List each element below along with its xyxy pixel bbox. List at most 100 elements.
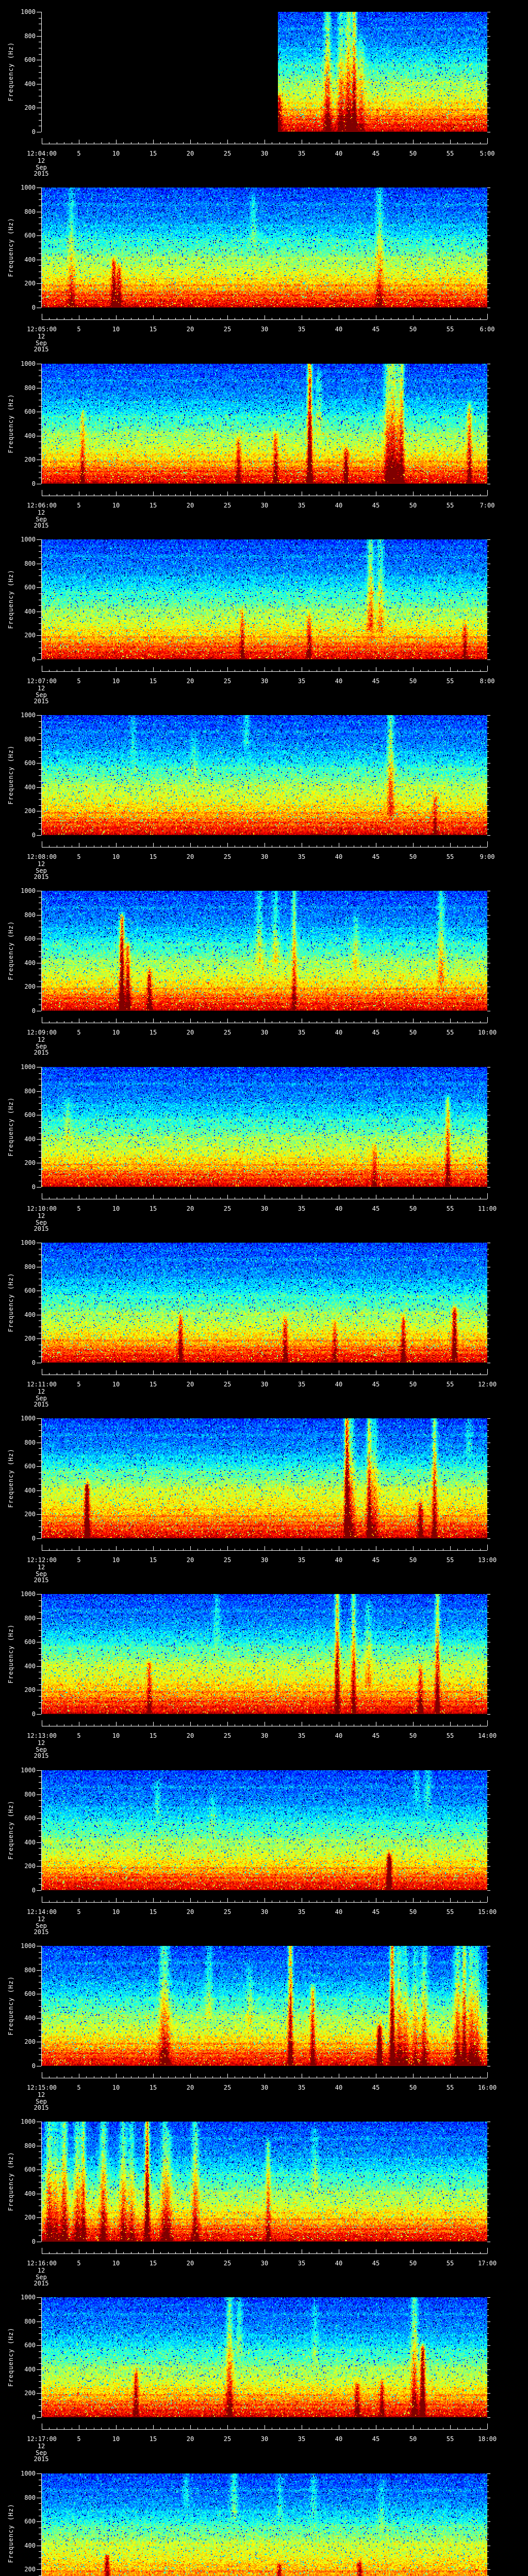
axis-tick [487,1454,489,1455]
axis-tick [435,1549,436,1550]
axis-tick [398,1901,399,1902]
axis-tick [183,1724,184,1726]
axis-tick [487,1648,489,1649]
x-tick-label: 30 [260,1908,269,1916]
axis-tick [487,1466,490,1467]
axis-tick [153,843,154,847]
axis-tick [487,1538,490,1539]
y-tick-label: 800 [24,32,36,40]
axis-tick [39,1806,41,1807]
axis-tick [160,1373,161,1375]
axis-tick [190,315,191,319]
axis-tick [220,845,221,847]
spectrogram-panel: Frequency (Hz) 1000 800 600 400 200 0 12:10:0… [0,1055,528,1232]
axis-tick [49,1021,50,1023]
y-tick-label: 1000 [21,1767,36,1774]
axis-tick [435,2076,436,2078]
axis-tick [487,1776,489,1777]
axis-tick [168,1197,169,1199]
axis-tick [39,2557,41,2558]
axis-tick [138,494,139,496]
axis-tick [116,2074,117,2078]
axis-tick [279,318,280,319]
x-tick-label: 30 [260,502,269,509]
axis-tick [101,142,102,144]
axis-tick [39,2351,41,2352]
x-tick-label: 30 [260,1205,269,1212]
y-tick-label: 400 [24,2542,36,2549]
spectrogram-canvas [42,188,487,308]
date-day-label: 12 [37,1564,45,1571]
x-axis-start-label: 12:17:00 [27,2435,57,2443]
x-tick-label: 5 [77,2260,81,2267]
x-tick-label: 10 [112,1556,120,1564]
axis-tick [39,2054,41,2055]
axis-tick [487,1872,489,1873]
y-tick-label: 1000 [21,8,36,15]
axis-tick [205,1549,206,1550]
axis-tick [487,2521,490,2522]
y-tick-label: 400 [24,1663,36,1670]
axis-tick [487,835,490,836]
axis-tick [123,2076,124,2078]
y-tick-label: 200 [24,1159,36,1166]
axis-tick [487,1139,490,1140]
axis-tick [220,1021,221,1023]
axis-tick [457,1197,458,1199]
axis-tick [153,140,154,144]
spectrogram-panel: Frequency (Hz) 1000 800 600 400 200 0 12:12:0… [0,1406,528,1583]
axis-tick [212,1724,213,1726]
x-tick-label: 50 [409,502,417,509]
axis-tick [413,1546,414,1550]
axis-tick [39,2000,41,2001]
axis-tick [39,199,41,200]
axis-tick [175,142,176,144]
x-tick-label: 25 [223,1908,232,1916]
axis-tick [39,1073,41,1074]
axis-tick [39,265,41,266]
axis-tick [465,1021,466,1023]
x-axis-start-label: 12:06:00 [27,502,57,509]
axis-tick [39,605,41,606]
axis-tick [487,1818,490,1819]
axis-tick [138,142,139,144]
x-tick-label: 20 [186,2260,194,2267]
x-tick-label: 40 [335,326,343,333]
axis-tick [487,1127,489,1128]
axis-tick [487,2387,489,2388]
axis-tick [39,1502,41,1503]
axis-tick [257,670,258,671]
axis-tick [413,1019,414,1023]
axis-tick [457,1901,458,1902]
axis-tick [487,2557,489,2558]
axis-tick [86,1021,87,1023]
axis-tick [413,843,414,847]
axis-tick [487,569,489,570]
x-axis-start-label: 12:07:00 [27,677,57,685]
axis-tick [175,1021,176,1023]
x-tick-label: 45 [372,326,380,333]
axis-tick [49,1373,50,1375]
axis-tick [37,1818,41,1819]
axis-tick [86,318,87,319]
axis-tick [472,1901,473,1902]
axis-tick [242,1724,243,1726]
axis-tick [175,1373,176,1375]
x-tick-label: 35 [298,150,306,157]
x-axis-end-label: 10:00 [477,1029,497,1036]
y-tick-label: 200 [24,632,36,639]
axis-tick [420,142,421,144]
y-tick-label: 600 [24,408,36,415]
date-day-label: 12 [37,2091,45,2098]
axis-tick [257,142,258,144]
spectrogram-panel: Frequency (Hz) 1000 800 600 400 200 0 12:13:0… [0,1582,528,1759]
axis-tick [212,1901,213,1902]
axis-tick [39,617,41,618]
x-tick-label: 55 [446,853,454,860]
y-tick-label: 400 [24,784,36,791]
axis-tick [420,2252,421,2253]
axis-tick [487,2303,489,2304]
axis-tick [39,1678,41,1679]
axis-tick [472,1197,473,1199]
axis-tick [487,1320,489,1321]
